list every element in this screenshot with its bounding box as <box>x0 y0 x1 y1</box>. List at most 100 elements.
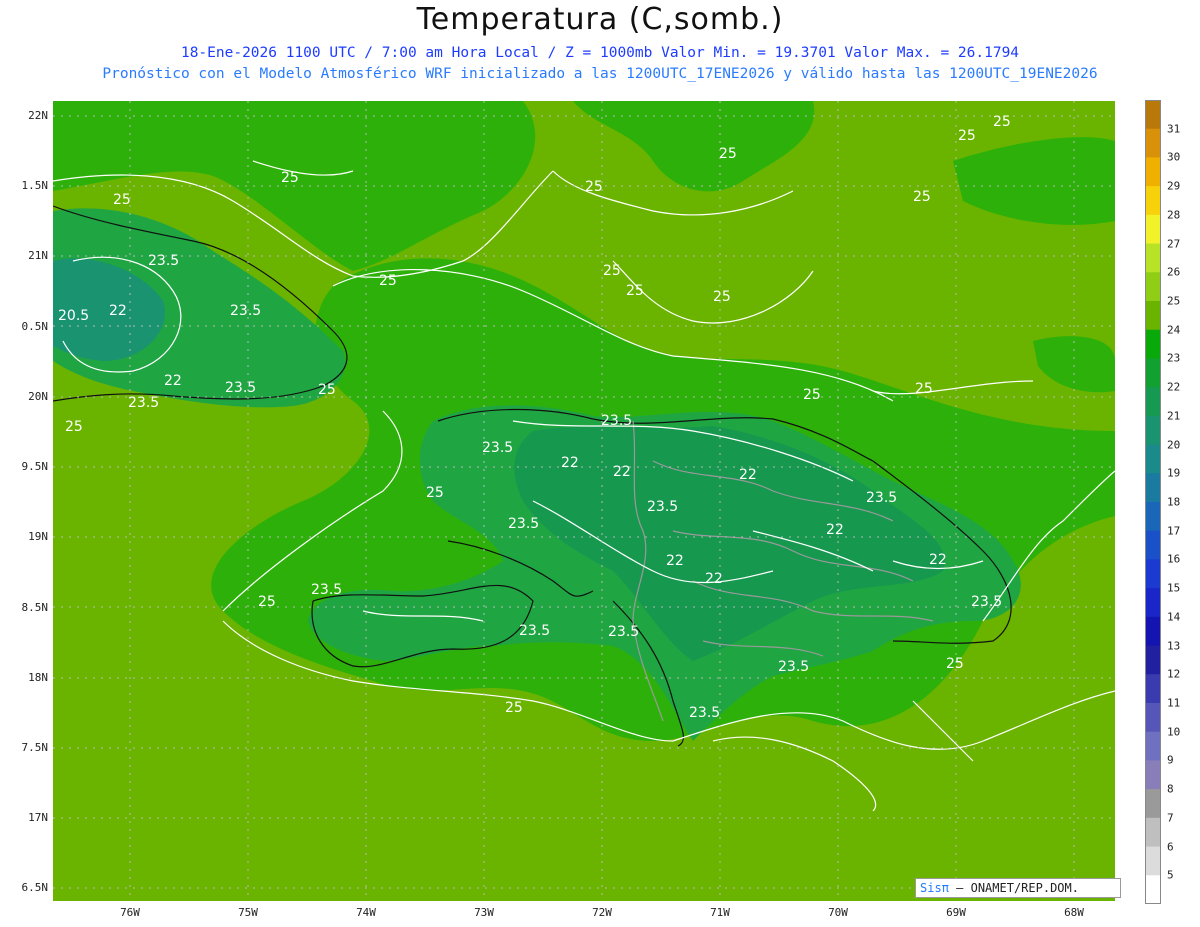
colorbar-label: 19 <box>1167 466 1181 480</box>
contour-label: 25 <box>913 189 931 205</box>
contour-label: 23.5 <box>311 582 342 598</box>
contour-label: 23.5 <box>148 253 179 269</box>
subtitle-validity: 18-Ene-2026 1100 UTC / 7:00 am Hora Loca… <box>180 45 1020 61</box>
colorbar-swatch <box>1145 329 1161 359</box>
colorbar-swatch <box>1145 559 1161 589</box>
lon-label: 74W <box>356 906 376 919</box>
contour-label: 25 <box>626 283 644 299</box>
colorbar-swatch <box>1145 502 1161 532</box>
contour-label: 23.5 <box>601 413 632 429</box>
contour-label: 22 <box>109 303 127 319</box>
colorbar-label: 26 <box>1167 265 1181 279</box>
lat-label: 0.5N <box>21 320 49 333</box>
colorbar-swatch <box>1145 387 1161 417</box>
colorbar-label: 16 <box>1167 552 1181 566</box>
contour-label: 23.5 <box>647 499 678 515</box>
lon-label: 75W <box>238 906 258 919</box>
colorbar-label: 28 <box>1167 208 1181 222</box>
map-title: Temperatura (C,somb.) <box>416 2 784 37</box>
lat-label: 9.5N <box>21 460 49 473</box>
contour-label: 23.5 <box>482 440 513 456</box>
lat-label: 19N <box>28 530 48 543</box>
colorbar-swatch <box>1145 444 1161 474</box>
contour-label: 25 <box>603 263 621 279</box>
colorbar-swatch <box>1145 214 1161 245</box>
contour-label: 25 <box>915 381 933 397</box>
colorbar-swatch <box>1145 817 1161 848</box>
contour-label: 23.5 <box>225 380 256 396</box>
contour-label: 25 <box>803 387 821 403</box>
contour-label: 23.5 <box>866 490 897 506</box>
colorbar-label: 10 <box>1167 725 1181 739</box>
contour-label: 22 <box>705 571 723 587</box>
colorbar-swatch <box>1145 588 1161 618</box>
colorbar-swatch <box>1145 186 1161 216</box>
lon-label: 70W <box>828 906 848 919</box>
contour-label: 23.5 <box>608 624 639 640</box>
brand-box: Sisπ – ONAMET/REP.DOM. <box>915 878 1121 898</box>
contour-label: 25 <box>946 656 964 672</box>
contour-label: 25 <box>65 419 83 435</box>
contour-label: 25 <box>318 382 336 398</box>
colorbar-swatch <box>1145 875 1161 904</box>
colorbar-label: 17 <box>1167 524 1181 538</box>
lat-label: 18N <box>28 671 48 684</box>
colorbar-swatch <box>1145 157 1161 187</box>
contour-label: 25 <box>505 700 523 716</box>
colorbar-swatch <box>1145 674 1161 704</box>
contour-label: 23.5 <box>230 303 261 319</box>
colorbar-swatch <box>1145 760 1161 790</box>
contour-label: 23.5 <box>689 705 720 721</box>
colorbar-label: 11 <box>1167 696 1181 710</box>
colorbar-swatch <box>1145 789 1161 819</box>
brand-onamet: – ONAMET/REP.DOM. <box>956 881 1079 895</box>
colorbar-label: 5 <box>1167 868 1174 882</box>
colorbar-label: 21 <box>1167 409 1181 423</box>
lat-label: 8.5N <box>21 601 49 614</box>
colorbar-swatch <box>1145 473 1161 503</box>
colorbar-label: 30 <box>1167 150 1181 164</box>
colorbar-swatch <box>1145 243 1161 273</box>
contour-label: 22 <box>666 553 684 569</box>
contour-label: 25 <box>719 146 737 162</box>
contour-label: 25 <box>585 179 603 195</box>
colorbar-label: 15 <box>1167 581 1181 595</box>
colorbar-label: 18 <box>1167 495 1181 509</box>
lat-label: 6.5N <box>21 881 49 894</box>
colorbar-label: 13 <box>1167 639 1181 653</box>
contour-label: 22 <box>929 552 947 568</box>
contour-label: 23.5 <box>971 594 1002 610</box>
colorbar-swatch <box>1145 703 1161 733</box>
colorbar-swatch <box>1145 301 1161 331</box>
lat-label: 20N <box>28 390 48 403</box>
colorbar-swatch <box>1145 272 1161 302</box>
contour-label: 25 <box>113 192 131 208</box>
colorbar-label: 9 <box>1167 753 1174 767</box>
contour-label: 23.5 <box>128 395 159 411</box>
lon-label: 68W <box>1064 906 1084 919</box>
contour-label: 22 <box>164 373 182 389</box>
colorbar-swatch <box>1145 100 1161 130</box>
contour-label: 22 <box>826 522 844 538</box>
contour-label: 25 <box>993 114 1011 130</box>
colorbar-swatch <box>1145 530 1161 560</box>
colorbar-swatch <box>1145 128 1161 158</box>
lat-label: 22N <box>28 109 48 122</box>
colorbar-label: 8 <box>1167 782 1174 796</box>
brand-sis: Sis <box>920 881 942 895</box>
lon-label: 76W <box>120 906 140 919</box>
colorbar-swatch <box>1145 846 1161 876</box>
contour-label: 22 <box>561 455 579 471</box>
colorbar-label: 24 <box>1167 323 1181 337</box>
subtitle-model-run: Pronóstico con el Modelo Atmosférico WRF… <box>102 66 1098 82</box>
colorbar-swatch <box>1145 616 1161 647</box>
colorbar-swatch <box>1145 415 1161 446</box>
contour-label: 23.5 <box>508 516 539 532</box>
colorbar-label: 14 <box>1167 610 1181 624</box>
lon-label: 73W <box>474 906 494 919</box>
colorbar-label: 22 <box>1167 380 1181 394</box>
contour-label: 25 <box>713 289 731 305</box>
contour-label: 25 <box>958 128 976 144</box>
lon-label: 72W <box>592 906 612 919</box>
contour-label: 25 <box>281 170 299 186</box>
